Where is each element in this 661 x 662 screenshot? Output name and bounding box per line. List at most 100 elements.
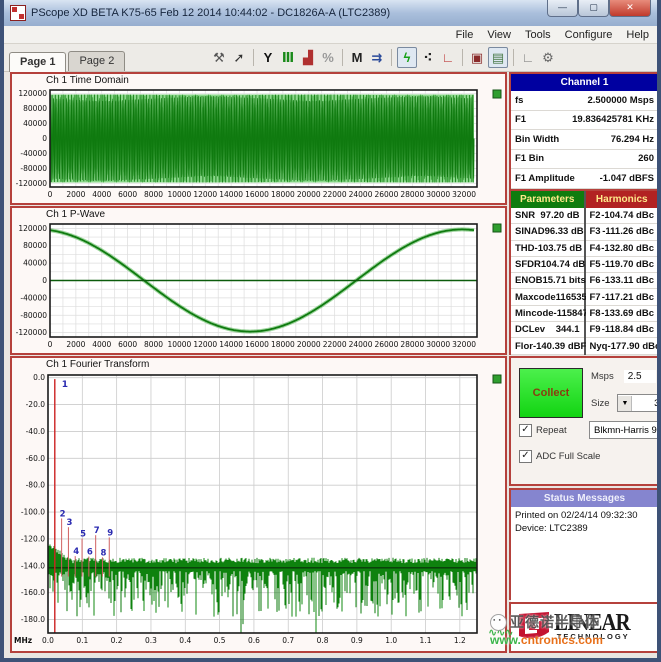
close-button[interactable]: ✕ [609, 0, 651, 17]
maximize-button[interactable]: ▢ [578, 0, 609, 17]
channel-info-box: Channel 1 fs2.500000 MspsF119.836425781 … [509, 72, 660, 189]
fft-panel: Ch 1 Fourier Transform 2345678910.0-20.0… [10, 356, 507, 653]
svg-text:-160.0: -160.0 [21, 588, 45, 597]
table-row: Nyq-177.90 dBc [586, 338, 659, 354]
title-bar[interactable]: PScope XD BETA K75-65 Feb 12 2014 10:44:… [4, 0, 657, 27]
y-axis-icon[interactable]: Y [259, 48, 277, 67]
app-icon [10, 5, 26, 21]
harmonics-column: Harmonics F2-104.74 dBcF3-111.26 dBcF4-1… [586, 191, 659, 355]
pwave-plot[interactable]: 12000080000400000-40000-80000-1200000200… [12, 221, 505, 352]
tab-page-2[interactable]: Page 2 [68, 51, 125, 71]
svg-text:10000: 10000 [167, 340, 191, 349]
svg-text:0.0: 0.0 [33, 373, 45, 382]
svg-text:30000: 30000 [426, 190, 450, 199]
toolbar-separator [391, 49, 392, 66]
menu-bar: File View Tools Configure Help [4, 26, 657, 44]
snap-icon[interactable]: ⁖ [419, 48, 437, 67]
repeat-label: Repeat [536, 425, 567, 436]
msps-input[interactable]: 2.5 [624, 370, 656, 383]
lt-flag-icon [517, 610, 551, 644]
svg-text:-80000: -80000 [20, 164, 47, 173]
svg-text:20000: 20000 [297, 190, 321, 199]
pwave-panel: Ch 1 P-Wave 12000080000400000-40000-8000… [10, 206, 507, 355]
size-label: Size [591, 398, 609, 409]
menu-file[interactable]: File [456, 29, 474, 41]
svg-text:1: 1 [62, 380, 68, 390]
table-row: ENOB15.71 bits [511, 273, 584, 289]
minimize-button[interactable]: — [547, 0, 578, 17]
adc-full-scale-checkbox[interactable]: ✓ [519, 450, 532, 463]
window-title: PScope XD BETA K75-65 Feb 12 2014 10:44:… [31, 7, 390, 19]
toolbar: ⚒➚YⅢ▟%M⇉ϟ⁖∟▣▤∟⚙ [209, 46, 558, 69]
collect-trace-icon[interactable]: ϟ [397, 47, 417, 68]
tools-icon[interactable]: ⚒ [210, 48, 228, 67]
svg-text:1.2: 1.2 [454, 636, 466, 645]
size-select[interactable]: ▼ 32768 [617, 394, 661, 412]
cursor-icon[interactable]: ➚ [230, 48, 248, 67]
table-row: F119.836425781 KHz [511, 111, 658, 131]
svg-text:22000: 22000 [323, 340, 347, 349]
svg-text:32000: 32000 [452, 340, 476, 349]
menu-tools[interactable]: Tools [525, 29, 551, 41]
max-avg-icon[interactable]: M [348, 48, 366, 67]
svg-text:80000: 80000 [23, 104, 47, 113]
tab-page-1[interactable]: Page 1 [9, 52, 66, 72]
channel-header: Channel 1 [511, 74, 658, 91]
svg-text:28000: 28000 [400, 190, 424, 199]
page-tabs: Page 1Page 2 [9, 51, 127, 71]
channel-rows: fs2.500000 MspsF119.836425781 KHzBin Wid… [511, 91, 658, 189]
settings-icon[interactable]: ⚙ [539, 48, 557, 67]
svg-text:0.7: 0.7 [282, 636, 294, 645]
svg-text:-40.0: -40.0 [26, 427, 46, 436]
svg-text:6000: 6000 [118, 190, 137, 199]
svg-text:40000: 40000 [23, 259, 47, 268]
measurements-box: Parameters SNR97.20 dBSINAD96.33 dBTHD-1… [509, 189, 660, 355]
percent-icon[interactable]: % [319, 48, 337, 67]
svg-text:9: 9 [107, 528, 113, 538]
svg-text:16000: 16000 [245, 340, 269, 349]
menu-help[interactable]: Help [626, 29, 649, 41]
fft-plot[interactable]: 2345678910.0-20.0-40.0-60.0-80.0-100.0-1… [12, 371, 505, 650]
svg-text:22000: 22000 [323, 190, 347, 199]
histogram-icon[interactable]: ▟ [299, 48, 317, 67]
run-avg-icon[interactable]: ⇉ [368, 48, 386, 67]
svg-text:3: 3 [66, 518, 72, 528]
svg-text:0: 0 [48, 340, 53, 349]
svg-text:120000: 120000 [18, 89, 47, 98]
table-row: Flor-140.39 dBFS [511, 338, 584, 354]
svg-text:-60.0: -60.0 [26, 454, 46, 463]
svg-text:0.5: 0.5 [214, 636, 226, 645]
logo-text-linear: LINEAR [554, 608, 630, 637]
corner-icon[interactable]: ∟ [519, 48, 537, 67]
table-row: DCLev344.1 [511, 322, 584, 338]
adc-full-scale-label: ADC Full Scale [536, 451, 600, 462]
svg-text:0.0: 0.0 [42, 636, 54, 645]
repeat-checkbox[interactable]: ✓ [519, 424, 532, 437]
time-domain-plot[interactable]: 12000080000400000-40000-80000-1200000200… [12, 87, 505, 202]
svg-text:0.1: 0.1 [76, 636, 88, 645]
table-row: F6-133.11 dBc [586, 273, 659, 289]
status-header: Status Messages [511, 490, 658, 507]
svg-text:26000: 26000 [374, 190, 398, 199]
fft-title: Ch 1 Fourier Transform [46, 359, 505, 371]
pscope-window: PScope XD BETA K75-65 Feb 12 2014 10:44:… [0, 0, 661, 662]
menu-view[interactable]: View [487, 29, 511, 41]
msps-label: Msps [591, 371, 614, 382]
svg-text:14000: 14000 [219, 340, 243, 349]
logo-box: LINEAR TECHNOLOGY [509, 602, 660, 653]
polygon-icon[interactable]: ∟ [439, 48, 457, 67]
tab-toolbar-row: Page 1Page 2 ⚒➚YⅢ▟%M⇉ϟ⁖∟▣▤∟⚙ [4, 44, 657, 72]
svg-text:12000: 12000 [193, 190, 217, 199]
svg-text:-40000: -40000 [20, 149, 47, 158]
table-row: F9-118.84 dBc [586, 322, 659, 338]
dropdown-arrow-icon[interactable]: ▼ [618, 396, 632, 411]
window-select[interactable]: Blkmn-Harris 92dB ▼ [589, 421, 661, 439]
menu-configure[interactable]: Configure [565, 29, 613, 41]
svg-text:10000: 10000 [167, 190, 191, 199]
svg-text:80000: 80000 [23, 241, 47, 250]
svg-text:-120000: -120000 [16, 179, 48, 188]
collect-button[interactable]: Collect [519, 368, 583, 418]
device-icon[interactable]: ▣ [468, 48, 486, 67]
waveform-icon[interactable]: Ⅲ [279, 48, 297, 67]
notes-icon[interactable]: ▤ [488, 47, 508, 68]
